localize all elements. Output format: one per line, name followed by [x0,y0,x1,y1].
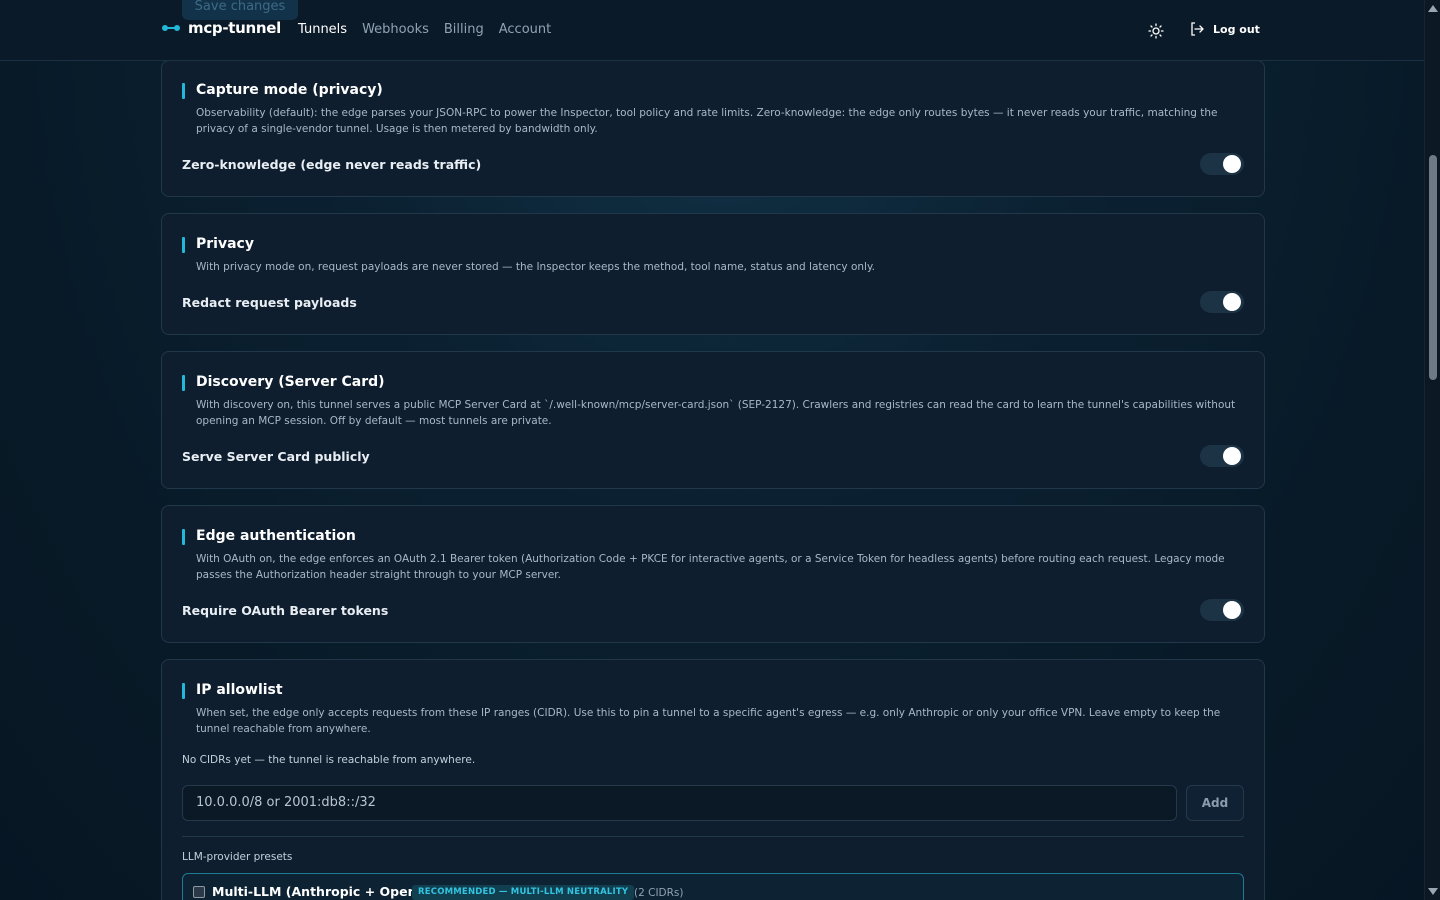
ip-allowlist-card: IP allowlist When set, the edge only acc… [161,659,1265,900]
nav-tunnels[interactable]: Tunnels [298,22,347,37]
card-description: With OAuth on, the edge enforces an OAut… [196,553,1225,581]
cidr-input[interactable]: 10.0.0.0/8 or 2001:db8::/32 [182,785,1177,821]
serve-server-card-toggle[interactable] [1200,445,1244,467]
redact-payloads-label: Redact request payloads [182,295,357,310]
privacy-card: Privacy With privacy mode on, request pa… [161,213,1265,335]
main-nav: Tunnels Webhooks Billing Account [298,22,551,37]
preset-name: Multi-LLM (Anthropic + OpenAI) [212,884,437,899]
redact-payloads-toggle[interactable] [1200,291,1244,313]
scroll-thumb[interactable] [1429,155,1437,380]
card-title: Edge authentication [182,528,356,545]
presets-label: LLM-provider presets [182,851,293,863]
tunnel-logo-icon [162,23,180,33]
zero-knowledge-toggle[interactable] [1200,153,1244,175]
nav-billing[interactable]: Billing [444,22,484,37]
card-title: IP allowlist [182,682,283,699]
discovery-card: Discovery (Server Card) With discovery o… [161,351,1265,489]
save-changes-button[interactable]: Save changes [182,0,298,20]
card-description: With discovery on, this tunnel serves a … [196,399,1236,427]
page-scrollbar[interactable] [1424,0,1440,900]
preset-cidr-count: (2 CIDRs) [634,887,684,899]
card-title: Discovery (Server Card) [182,374,385,391]
recommended-badge: RECOMMENDED — MULTI-LLM NEUTRALITY [412,885,635,900]
nav-webhooks[interactable]: Webhooks [362,22,429,37]
require-oauth-toggle[interactable] [1200,599,1244,621]
add-cidr-button[interactable]: Add [1186,785,1244,821]
card-description: When set, the edge only accepts requests… [196,707,1221,735]
top-nav-bar: Save changes mcp-tunnel Tunnels Webhooks… [0,0,1424,61]
brand-name: mcp-tunnel [188,19,282,37]
logout-button[interactable]: Log out [1189,21,1260,37]
serve-server-card-label: Serve Server Card publicly [182,449,370,464]
preset-checkbox[interactable] [193,886,205,898]
preset-multi-llm[interactable]: Multi-LLM (Anthropic + OpenAI) RECOMMEND… [182,873,1244,900]
scroll-up-arrow-icon[interactable] [1428,5,1438,12]
logout-icon [1191,22,1204,36]
sun-icon[interactable] [1146,21,1166,41]
capture-mode-card: Capture mode (privacy) Observability (de… [161,60,1265,197]
card-description: Observability (default): the edge parses… [196,107,1218,135]
brand[interactable]: mcp-tunnel [162,19,281,37]
card-title: Capture mode (privacy) [182,82,383,99]
divider [182,836,1244,837]
edge-auth-card: Edge authentication With OAuth on, the e… [161,505,1265,643]
nav-account[interactable]: Account [499,22,552,37]
card-title: Privacy [182,236,254,253]
card-description: With privacy mode on, request payloads a… [196,261,875,273]
empty-cidr-note: No CIDRs yet — the tunnel is reachable f… [182,754,476,766]
scroll-down-arrow-icon[interactable] [1428,888,1438,895]
logout-label: Log out [1213,22,1260,36]
require-oauth-label: Require OAuth Bearer tokens [182,603,389,618]
zero-knowledge-label: Zero-knowledge (edge never reads traffic… [182,157,482,172]
